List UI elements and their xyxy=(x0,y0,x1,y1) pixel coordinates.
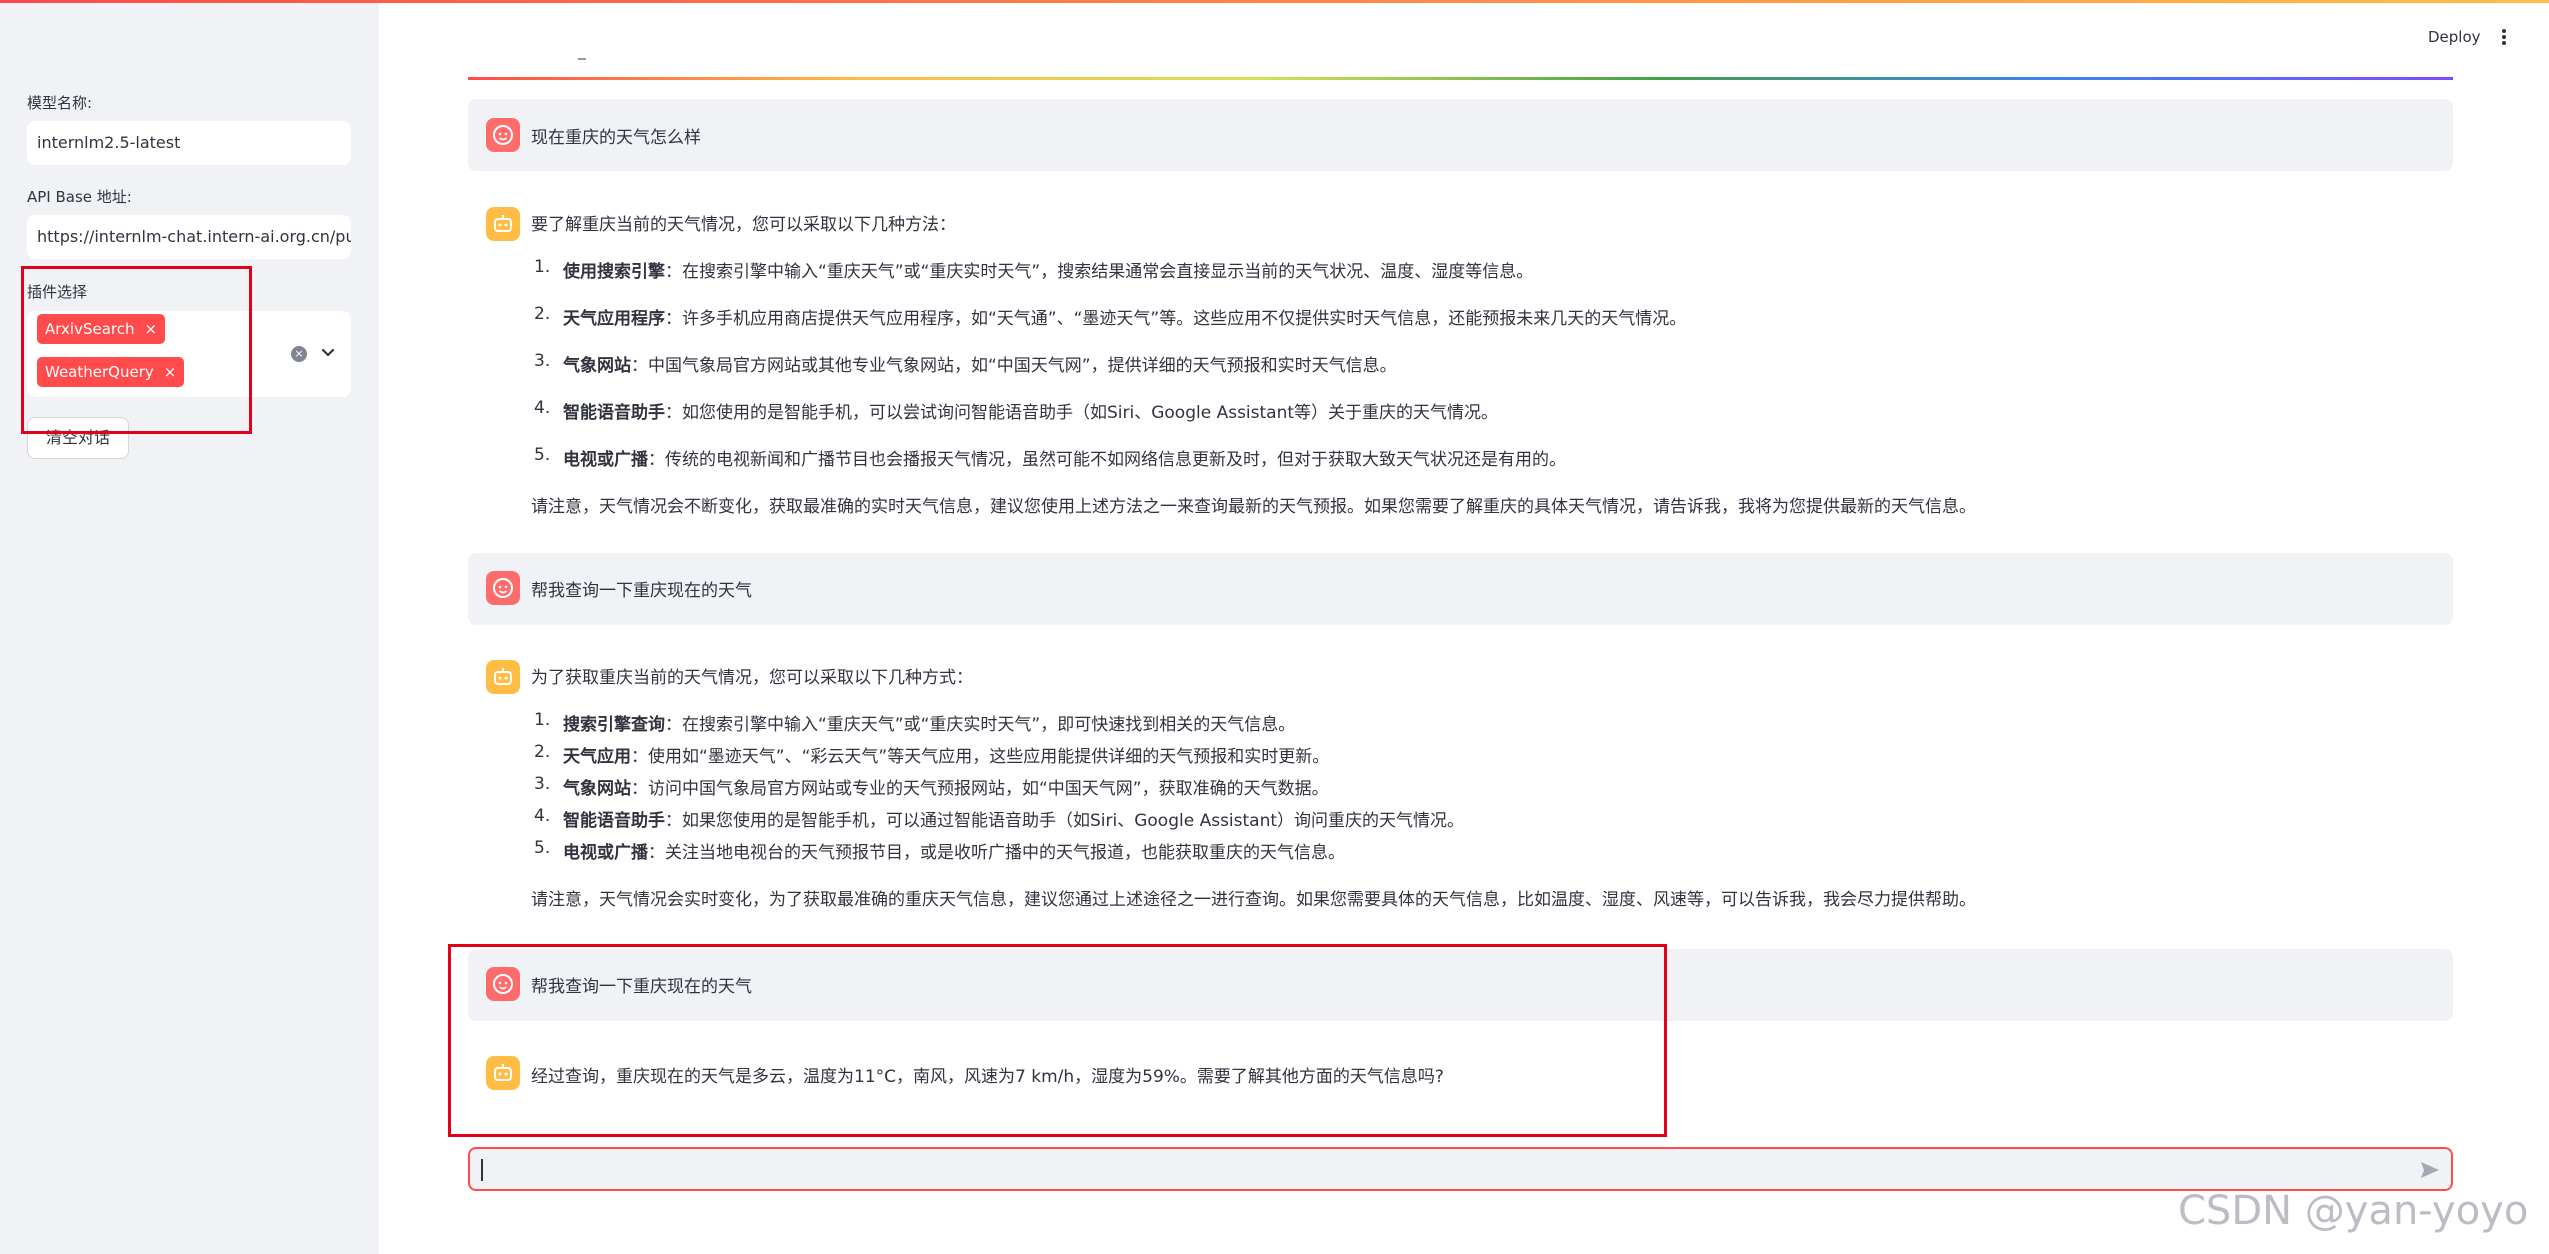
list-number: 2. xyxy=(534,304,551,324)
assistant-reply-text: 经过查询，重庆现在的天气是多云，温度为11°C，南风，风速为7 km/h，湿度为… xyxy=(531,1067,1444,1087)
list-number: 5. xyxy=(534,838,551,858)
chip-remove-icon[interactable]: × xyxy=(144,320,157,338)
list-item-body: ：中国气象局官方网站或其他专业气象网站，如“中国天气网”，提供详细的天气预报和实… xyxy=(631,356,1397,376)
plugin-chip-arxivsearch: ArxivSearch × xyxy=(37,314,166,344)
list-item-body: ：关注当地电视台的天气预报节目，或是收听广播中的天气报道，也能获取重庆的天气信息… xyxy=(648,843,1345,863)
list-item: 天气应用程序：许多手机应用商店提供天气应用程序，如“天气通”、“墨迹天气”等。这… xyxy=(563,304,1686,329)
list-item-body: ：传统的电视新闻和广播节目也会播报天气情况，虽然可能不如网络信息更新及时，但对于… xyxy=(648,450,1566,470)
top-decoration-bar xyxy=(0,0,2549,3)
list-number: 4. xyxy=(534,806,551,826)
list-item-title: 天气应用 xyxy=(563,747,631,767)
list-item-title: 电视或广播 xyxy=(563,843,648,863)
user-avatar-icon xyxy=(486,118,520,152)
send-icon[interactable] xyxy=(2418,1158,2442,1182)
list-item: 电视或广播：传统的电视新闻和广播节目也会播报天气情况，虽然可能不如网络信息更新及… xyxy=(563,445,1566,470)
list-number: 3. xyxy=(534,351,551,371)
clear-all-icon[interactable]: × xyxy=(291,346,307,362)
chat-input[interactable] xyxy=(468,1147,2453,1191)
list-item-title: 智能语音助手 xyxy=(563,811,665,831)
api-base-input[interactable]: https://internlm-chat.intern-ai.org.cn/p… xyxy=(27,215,351,259)
clear-chat-button[interactable]: 清空对话 xyxy=(27,417,129,459)
user-message xyxy=(468,949,2453,1021)
assistant-outro: 请注意，天气情况会不断变化，获取最准确的实时天气信息，建议您使用上述方法之一来查… xyxy=(531,497,1976,517)
assistant-intro: 要了解重庆当前的天气情况，您可以采取以下几种方法： xyxy=(531,215,956,235)
list-item-title: 气象网站 xyxy=(563,356,631,376)
list-item-title: 气象网站 xyxy=(563,779,631,799)
chip-remove-icon[interactable]: × xyxy=(164,363,177,381)
list-number: 1. xyxy=(534,710,551,730)
title-divider xyxy=(468,77,2453,80)
list-item: 搜索引擎查询：在搜索引擎中输入“重庆天气”或“重庆实时天气”，即可快速找到相关的… xyxy=(563,710,1295,735)
deploy-button[interactable]: Deploy xyxy=(2428,28,2481,46)
user-message xyxy=(468,99,2453,171)
list-number: 1. xyxy=(534,257,551,277)
list-number: 3. xyxy=(534,774,551,794)
user-message-text: 帮我查询一下重庆现在的天气 xyxy=(531,581,752,601)
list-item-body: ：使用如“墨迹天气”、“彩云天气”等天气应用，这些应用能提供详细的天气预报和实时… xyxy=(631,747,1330,767)
assistant-intro: 为了获取重庆当前的天气情况，您可以采取以下几种方式： xyxy=(531,668,973,688)
plugin-chip-weatherquery: WeatherQuery × xyxy=(37,357,185,387)
list-item: 天气应用：使用如“墨迹天气”、“彩云天气”等天气应用，这些应用能提供详细的天气预… xyxy=(563,742,1329,767)
plugin-multiselect[interactable]: ArxivSearch × WeatherQuery × × xyxy=(27,311,351,397)
chevron-down-icon[interactable] xyxy=(319,343,337,361)
list-item: 气象网站：中国气象局官方网站或其他专业气象网站，如“中国天气网”，提供详细的天气… xyxy=(563,351,1397,376)
chip-label: ArxivSearch xyxy=(45,320,135,338)
user-avatar-icon xyxy=(486,571,520,605)
list-number: 2. xyxy=(534,742,551,762)
text-caret xyxy=(481,1159,483,1181)
user-message xyxy=(468,553,2453,625)
list-item-title: 天气应用程序 xyxy=(563,309,665,329)
list-item-title: 搜索引擎查询 xyxy=(563,715,665,735)
assistant-avatar-icon xyxy=(486,1056,520,1090)
list-item-body: ：在搜索引擎中输入“重庆天气”或“重庆实时天气”，即可快速找到相关的天气信息。 xyxy=(665,715,1296,735)
list-item-body: ：如您使用的是智能手机，可以尝试询问智能语音助手（如Siri、Google As… xyxy=(665,403,1499,423)
page-title-fragment xyxy=(578,58,586,60)
main-menu-icon[interactable] xyxy=(2500,27,2508,49)
list-number: 4. xyxy=(534,398,551,418)
list-item: 智能语音助手：如果您使用的是智能手机，可以通过智能语音助手（如Siri、Goog… xyxy=(563,806,1464,831)
assistant-outro: 请注意，天气情况会实时变化，为了获取最准确的重庆天气信息，建议您通过上述途径之一… xyxy=(531,890,1976,910)
list-item: 气象网站：访问中国气象局官方网站或专业的天气预报网站，如“中国天气网”，获取准确… xyxy=(563,774,1329,799)
user-avatar-icon xyxy=(486,967,520,1001)
list-item-body: ：在搜索引擎中输入“重庆天气”或“重庆实时天气”，搜索结果通常会直接显示当前的天… xyxy=(665,262,1534,282)
user-message-text: 帮我查询一下重庆现在的天气 xyxy=(531,977,752,997)
user-message-text: 现在重庆的天气怎么样 xyxy=(531,128,701,148)
model-name-input[interactable]: internlm2.5-latest xyxy=(27,121,351,165)
plugin-select-label: 插件选择 xyxy=(27,283,88,301)
list-item: 智能语音助手：如您使用的是智能手机，可以尝试询问智能语音助手（如Siri、Goo… xyxy=(563,398,1498,423)
assistant-avatar-icon xyxy=(486,660,520,694)
list-item: 使用搜索引擎：在搜索引擎中输入“重庆天气”或“重庆实时天气”，搜索结果通常会直接… xyxy=(563,257,1533,282)
list-item: 电视或广播：关注当地电视台的天气预报节目，或是收听广播中的天气报道，也能获取重庆… xyxy=(563,838,1345,863)
list-item-body: ：许多手机应用商店提供天气应用程序，如“天气通”、“墨迹天气”等。这些应用不仅提… xyxy=(665,309,1687,329)
list-item-title: 电视或广播 xyxy=(563,450,648,470)
watermark: CSDN @yan-yoyo xyxy=(2178,1188,2529,1234)
chip-label: WeatherQuery xyxy=(45,363,154,381)
assistant-avatar-icon xyxy=(486,207,520,241)
api-base-label: API Base 地址: xyxy=(27,188,132,206)
model-name-label: 模型名称: xyxy=(27,94,93,112)
list-item-title: 智能语音助手 xyxy=(563,403,665,423)
list-number: 5. xyxy=(534,445,551,465)
list-item-body: ：访问中国气象局官方网站或专业的天气预报网站，如“中国天气网”，获取准确的天气数… xyxy=(631,779,1329,799)
sidebar: 模型名称: internlm2.5-latest API Base 地址: ht… xyxy=(0,0,379,1254)
list-item-title: 使用搜索引擎 xyxy=(563,262,665,282)
list-item-body: ：如果您使用的是智能手机，可以通过智能语音助手（如Siri、Google Ass… xyxy=(665,811,1465,831)
